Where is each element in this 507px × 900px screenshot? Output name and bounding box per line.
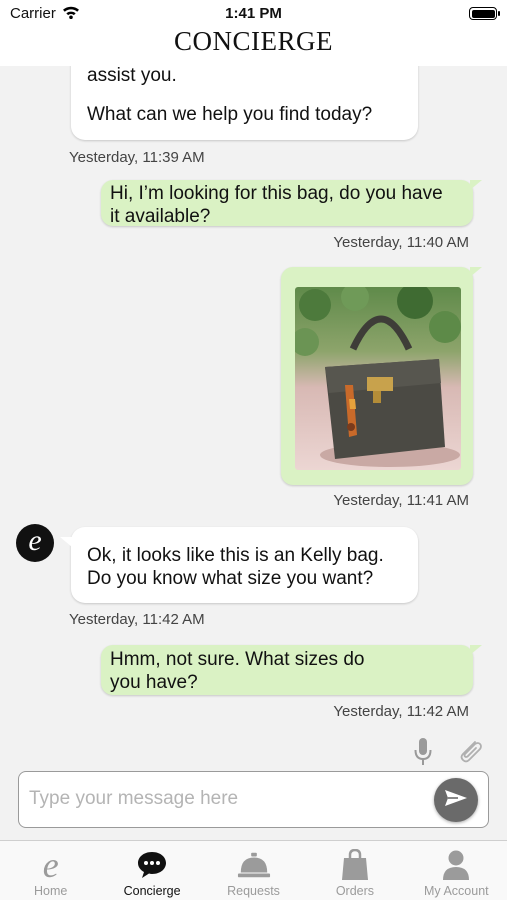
message-timestamp: Yesterday, 11:39 AM [69,149,205,166]
message-composer [18,771,489,828]
bubble-tail [60,537,72,547]
tab-label: My Account [424,884,489,898]
message-text: Do you know what size you want? [87,568,374,589]
message-text: assist you. [87,66,177,86]
tab-requests[interactable]: Requests [203,841,304,900]
message-text: Hi, I’m looking for this bag, do you hav… [110,183,443,204]
battery-icon [469,7,500,20]
home-e-logo-icon: e [42,845,59,885]
tab-orders[interactable]: Orders [304,841,405,900]
message-text: Hmm, not sure. What sizes do [110,649,365,670]
message-timestamp: Yesterday, 11:42 AM [333,703,469,720]
bubble-tail [470,645,482,655]
bag-photo[interactable] [295,287,461,470]
chat-bubble-icon [135,849,169,881]
message-text: it available? [110,206,211,227]
battery-level [471,9,495,18]
tab-home[interactable]: e Home [0,841,101,900]
shopping-bag-icon [338,849,372,881]
microphone-icon[interactable] [413,737,433,766]
tab-label: Requests [227,884,280,898]
send-icon [444,788,468,813]
tab-bar: e Home Concierge Requests Orders My Acco… [0,840,507,900]
tab-my-account[interactable]: My Account [406,841,507,900]
message-text: Ok, it looks like this is an Kelly bag. [87,545,384,566]
message-input[interactable] [29,784,429,814]
send-button[interactable] [434,778,478,822]
bubble-tail [470,180,482,190]
status-time: 1:41 PM [225,5,282,22]
app-header: CONCIERGE [0,26,507,66]
message-timestamp: Yesterday, 11:41 AM [333,492,469,509]
paperclip-icon[interactable] [455,737,485,766]
message-bubble-incoming: Ok, it looks like this is an Kelly bag. … [71,527,418,603]
bubble-tail [470,267,482,277]
message-bubble-incoming: assist you. What can we help you find to… [71,66,418,140]
status-bar: Carrier 1:41 PM [0,0,507,26]
message-bubble-outgoing: Hmm, not sure. What sizes do you have? [101,645,473,695]
tab-concierge[interactable]: Concierge [101,841,202,900]
agent-avatar: e [16,524,54,562]
tab-label: Home [34,884,68,898]
service-bell-icon [237,849,271,881]
message-timestamp: Yesterday, 11:40 AM [333,234,469,251]
person-icon [439,849,473,881]
chat-thread[interactable]: assist you. What can we help you find to… [0,66,507,766]
message-text: you have? [110,672,198,693]
tab-label: Orders [335,884,375,898]
page-title: CONCIERGE [174,26,333,56]
tab-label: Concierge [123,884,181,898]
message-bubble-outgoing: Hi, I’m looking for this bag, do you hav… [101,180,473,227]
message-text: What can we help you find today? [87,104,373,125]
message-timestamp: Yesterday, 11:42 AM [69,611,205,628]
